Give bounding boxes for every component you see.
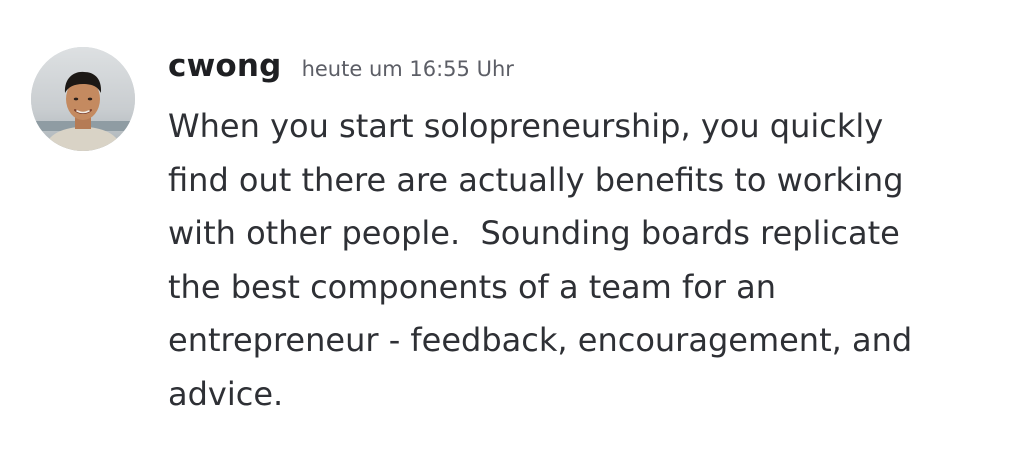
message-line: advice. — [168, 374, 284, 413]
message-line: find out there are actually benefits to … — [168, 160, 904, 199]
user-avatar-photo-icon — [31, 47, 135, 151]
chat-message: cwong heute um 16:55 Uhr When you start … — [0, 0, 1009, 450]
message-header: cwong heute um 16:55 Uhr — [168, 48, 514, 92]
timestamp: heute um 16:55 Uhr — [301, 57, 514, 81]
message-line: When you start solopreneurship, you quic… — [168, 107, 884, 145]
message-line: the best components of a team for an — [168, 267, 776, 306]
message-line: entrepreneur - feedback, encouragement, … — [168, 321, 913, 359]
message-line: with other people. Sounding boards repli… — [168, 214, 900, 252]
avatar[interactable] — [31, 47, 135, 151]
message-content: When you start solopreneurship, you quic… — [168, 100, 998, 421]
username[interactable]: cwong — [168, 48, 282, 84]
